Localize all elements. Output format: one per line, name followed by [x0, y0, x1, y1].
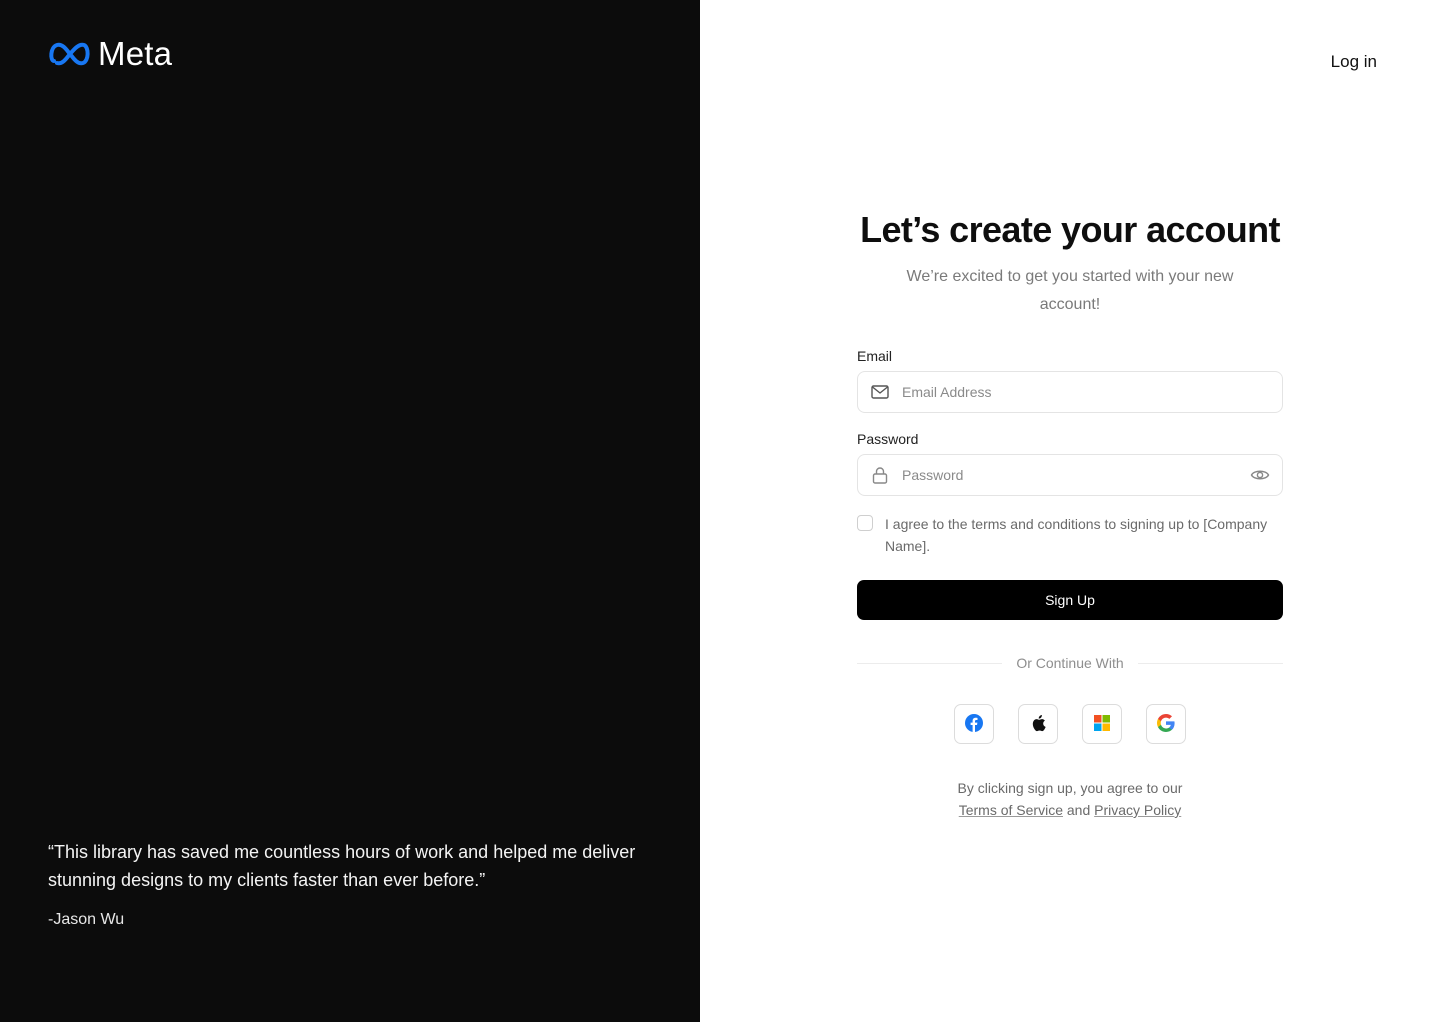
testimonial-quote: “This library has saved me countless hou…: [48, 842, 636, 890]
legal-prefix: By clicking sign up, you agree to our: [957, 780, 1183, 796]
brand-panel: Meta “This library has saved me countles…: [0, 0, 700, 1022]
sign-up-button[interactable]: Sign Up: [857, 580, 1283, 620]
password-input[interactable]: [902, 467, 1238, 483]
facebook-login-button[interactable]: [954, 704, 994, 744]
password-field-wrapper: [857, 454, 1283, 496]
signup-form: Let’s create your account We’re excited …: [857, 208, 1283, 821]
meta-infinity-icon: [48, 39, 92, 69]
meta-logo[interactable]: Meta: [48, 36, 172, 72]
terms-agreement-text: I agree to the terms and conditions to s…: [885, 516, 1268, 554]
legal-joiner: and: [1066, 802, 1091, 818]
page-title: Let’s create your account: [860, 209, 1280, 250]
email-label: Email: [857, 348, 893, 364]
microsoft-login-button[interactable]: [1082, 704, 1122, 744]
testimonial: “This library has saved me countless hou…: [48, 838, 638, 932]
divider-line: [857, 662, 1003, 664]
lock-icon: [870, 465, 890, 485]
apple-login-button[interactable]: [1018, 704, 1058, 744]
signup-panel: Log in Let’s create your account We’re e…: [700, 0, 1440, 1022]
terms-checkbox[interactable]: [857, 515, 873, 531]
microsoft-icon: [1094, 714, 1110, 734]
eye-icon[interactable]: [1250, 465, 1270, 485]
apple-icon: [1030, 714, 1046, 735]
email-input[interactable]: [902, 384, 1270, 400]
email-field-wrapper: [857, 371, 1283, 413]
continue-with-divider: Or Continue With: [857, 654, 1283, 672]
brand-name: Meta: [98, 35, 173, 72]
google-icon: [1157, 713, 1175, 735]
facebook-icon: [965, 713, 983, 735]
social-login-buttons: [857, 704, 1283, 744]
privacy-policy-link[interactable]: Privacy Policy: [1094, 802, 1181, 818]
terms-of-service-link[interactable]: Terms of Service: [959, 802, 1063, 818]
page-subtitle: We’re excited to get you started with yo…: [906, 268, 1234, 313]
mail-icon: [870, 382, 890, 402]
testimonial-author: -Jason Wu: [48, 911, 125, 928]
password-label: Password: [857, 431, 919, 447]
google-login-button[interactable]: [1146, 704, 1186, 744]
terms-agreement[interactable]: I agree to the terms and conditions to s…: [857, 513, 1283, 557]
divider-line: [1137, 662, 1283, 664]
login-link[interactable]: Log in: [1331, 51, 1377, 73]
divider-text: Or Continue With: [1016, 655, 1124, 671]
legal-notice: By clicking sign up, you agree to our Te…: [857, 777, 1283, 821]
